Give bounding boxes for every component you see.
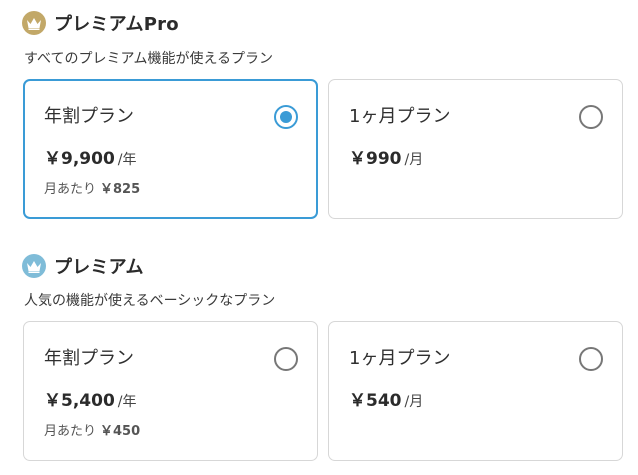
price-unit: /月 — [404, 394, 424, 410]
plan-name: 1ヶ月プラン — [349, 106, 451, 127]
crown-icon — [22, 11, 46, 35]
plan-radio[interactable] — [579, 105, 603, 129]
section-header: プレミアムPro — [22, 10, 179, 36]
monthly-amount: ￥825 — [100, 182, 141, 197]
plan-price: ￥9,900/年 — [44, 144, 137, 169]
price-unit: /年 — [117, 152, 137, 168]
monthly-label: 月あたり — [44, 182, 97, 197]
plan-card-premium-monthly[interactable]: 1ヶ月プラン ￥540/月 — [328, 321, 623, 461]
price-amount: ￥540 — [349, 391, 402, 411]
plan-price: ￥540/月 — [349, 386, 423, 411]
monthly-price: 月あたり ￥825 — [44, 178, 140, 197]
plan-radio[interactable] — [274, 347, 298, 371]
plan-radio[interactable] — [579, 347, 603, 371]
monthly-label: 月あたり — [44, 424, 97, 439]
price-unit: /年 — [117, 394, 137, 410]
crown-icon — [22, 254, 46, 278]
price-amount: ￥9,900 — [44, 149, 115, 169]
section-header: プレミアム — [22, 253, 144, 279]
section-description: すべてのプレミアム機能が使えるプラン — [24, 51, 274, 67]
section-title: プレミアムPro — [54, 14, 179, 35]
plan-card-premium-annual[interactable]: 年割プラン ￥5,400/年 月あたり ￥450 — [23, 321, 318, 461]
plan-name: 1ヶ月プラン — [349, 348, 451, 369]
plan-price: ￥5,400/年 — [44, 386, 137, 411]
section-description: 人気の機能が使えるベーシックなプラン — [24, 293, 276, 309]
plan-card-pro-monthly[interactable]: 1ヶ月プラン ￥990/月 — [328, 79, 623, 219]
monthly-price: 月あたり ￥450 — [44, 420, 140, 439]
plan-price: ￥990/月 — [349, 144, 423, 169]
plan-radio-selected[interactable] — [274, 105, 298, 129]
plan-name: 年割プラン — [44, 348, 134, 369]
section-title: プレミアム — [54, 257, 144, 278]
monthly-amount: ￥450 — [100, 424, 141, 439]
plan-card-pro-annual[interactable]: 年割プラン ￥9,900/年 月あたり ￥825 — [23, 79, 318, 219]
plan-name: 年割プラン — [44, 106, 134, 127]
price-amount: ￥5,400 — [44, 391, 115, 411]
price-amount: ￥990 — [349, 149, 402, 169]
price-unit: /月 — [404, 152, 424, 168]
